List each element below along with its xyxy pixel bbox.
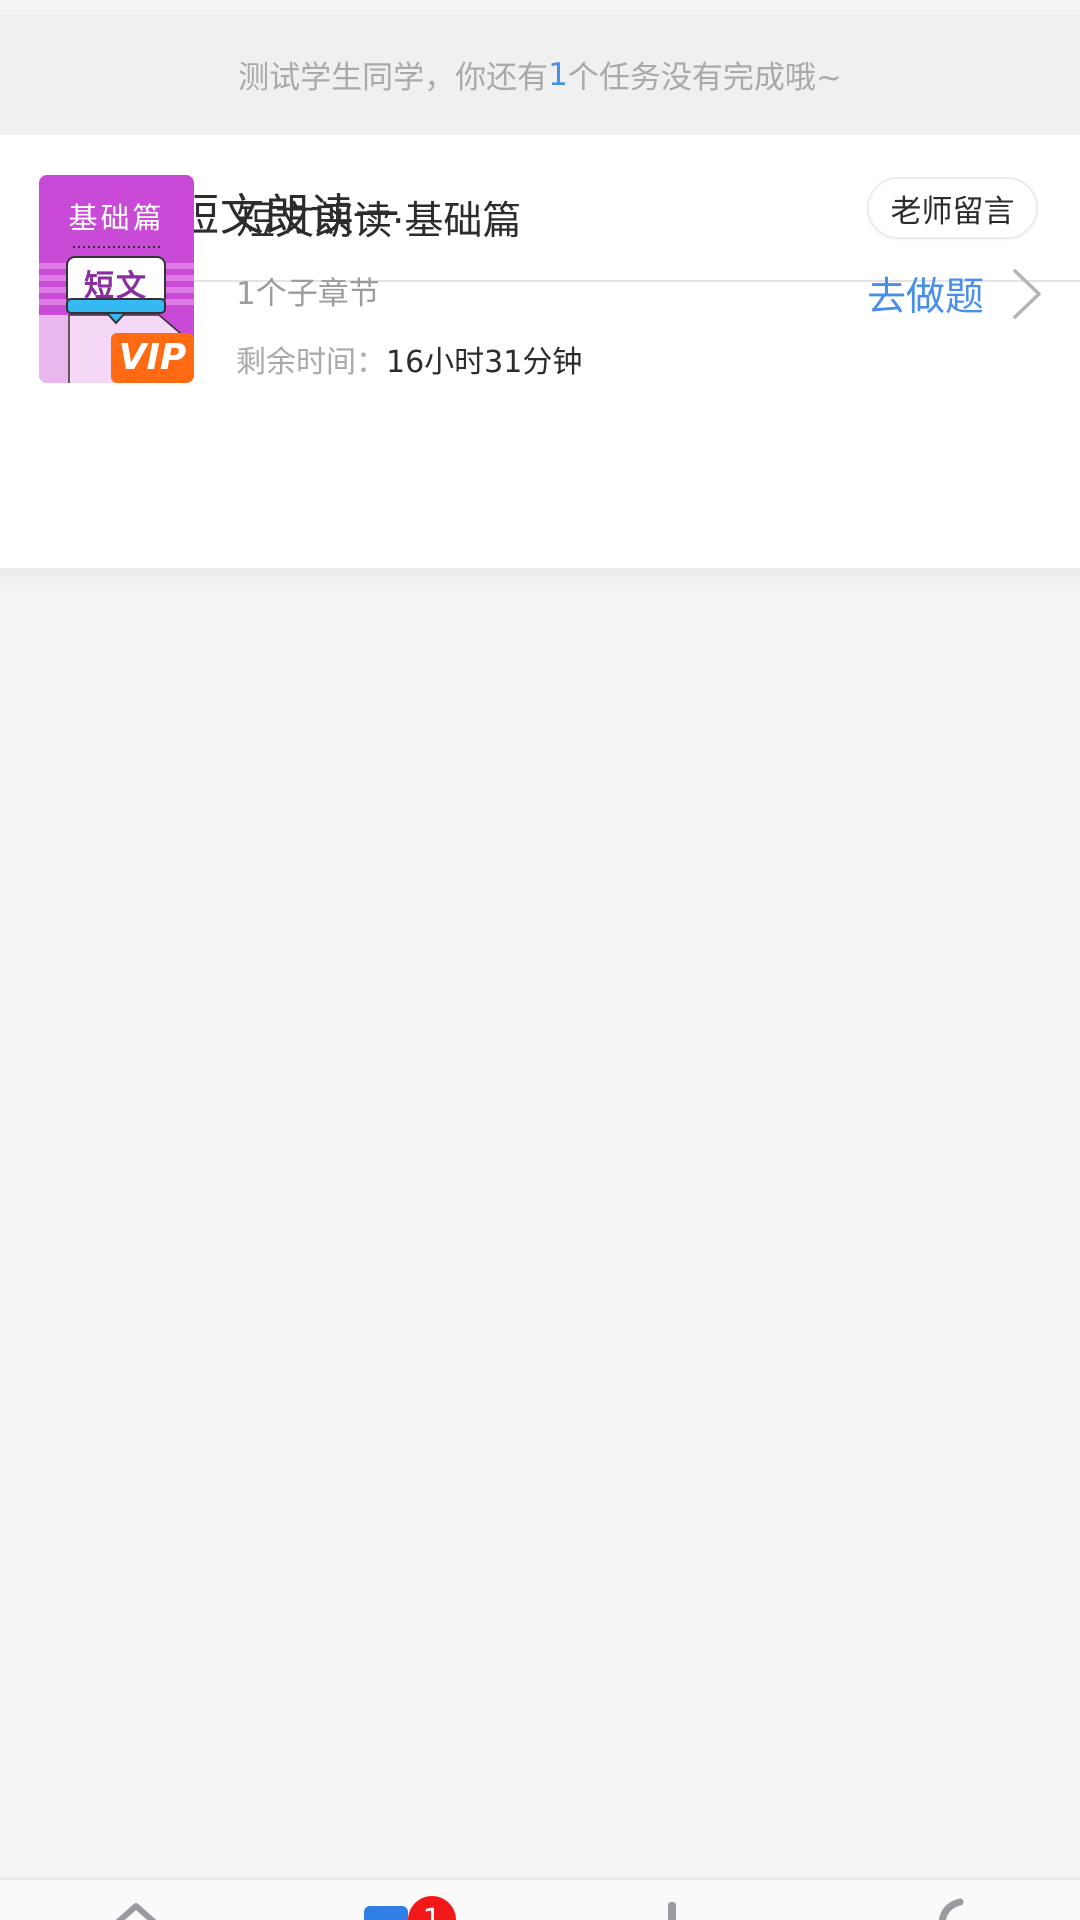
- card-shadow: [0, 568, 1080, 594]
- chevron-right-icon: [1013, 269, 1041, 319]
- reminder-count: 1: [548, 56, 568, 93]
- course-cover[interactable]: 基础篇 短文 VIP: [39, 175, 194, 383]
- home-icon: [116, 1903, 156, 1920]
- vip-badge: VIP: [118, 337, 187, 378]
- go-do-exercise-button[interactable]: 去做题: [867, 262, 1044, 326]
- profile-icon: [938, 1898, 964, 1920]
- teacher-message-button[interactable]: 老师留言: [867, 177, 1038, 239]
- go-do-exercise-label: 去做题: [867, 275, 985, 320]
- reminder-suffix: 个任务没有完成哦~: [567, 60, 842, 96]
- subsection-count: 1个子章节: [236, 276, 380, 312]
- cover-top-label: 基础篇: [68, 201, 165, 235]
- bottom-tab-bar: [0, 1878, 1080, 1920]
- task-reminder-banner: 测试学生同学，你还有 1 个任务没有完成哦~: [0, 14, 1080, 135]
- tab-discover[interactable]: [634, 1880, 714, 1920]
- tab-profile[interactable]: [912, 1880, 992, 1920]
- remaining-time: 剩余时间：16小时31分钟: [236, 337, 582, 381]
- discover-icon: [668, 1902, 676, 1920]
- remaining-time-label: 剩余时间：: [236, 345, 386, 380]
- reminder-prefix: 测试学生同学，你还有: [238, 60, 549, 96]
- remaining-time-value: 16小时31分钟: [386, 345, 583, 380]
- tab-home[interactable]: [96, 1880, 176, 1920]
- page: 测试学生同学，你还有1个任务没有完成哦~ 基础篇短文朗读一 老师留言 基础篇: [0, 0, 1080, 1920]
- course-name[interactable]: 短文朗读·基础篇: [236, 190, 521, 246]
- cover-center-label: 短文: [84, 269, 148, 304]
